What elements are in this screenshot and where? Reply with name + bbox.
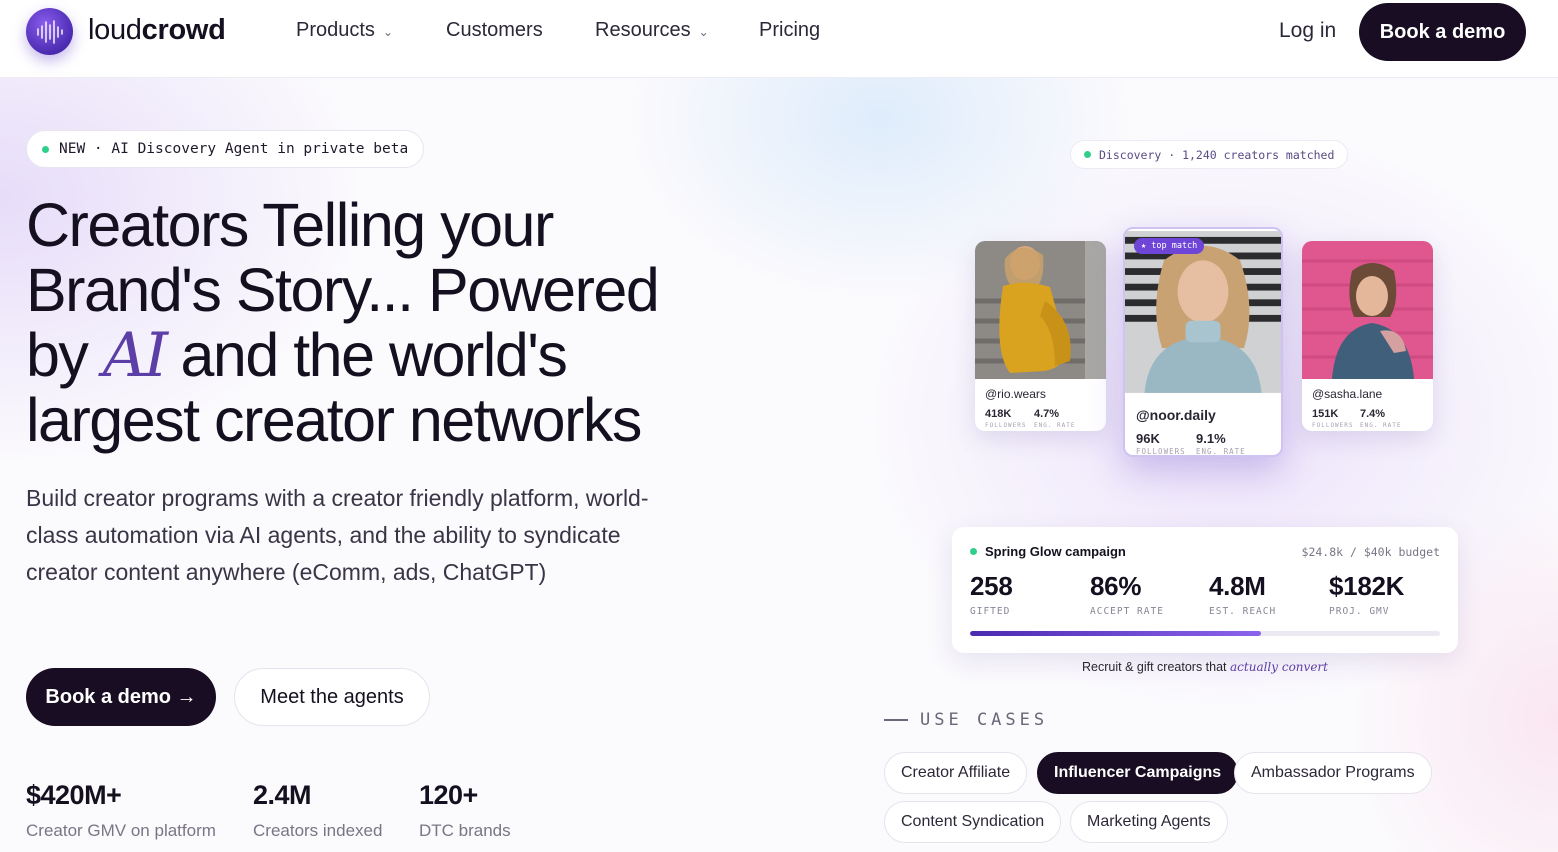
meet-agents-button[interactable]: Meet the agents bbox=[234, 668, 430, 726]
stat-value: 120+ bbox=[419, 780, 478, 810]
kpi-value: $182K bbox=[1329, 571, 1405, 601]
chip-creator-affiliate[interactable]: Creator Affiliate bbox=[884, 752, 1028, 794]
hero-subcopy: Build creator programs with a creator fr… bbox=[26, 485, 649, 585]
status-dot-icon bbox=[1084, 151, 1091, 158]
kpi-label: ACCEPT RATE bbox=[1090, 606, 1164, 617]
headline-ai-accent: AI bbox=[102, 320, 168, 391]
headline-line-1: Creators Telling your bbox=[26, 191, 554, 259]
eng-rate-caption: ENG. RATE bbox=[1196, 447, 1246, 456]
kpi-label: GIFTED bbox=[970, 606, 1011, 617]
eng-rate-caption: ENG. RATE bbox=[1034, 422, 1076, 429]
top-match-badge: ★ top match bbox=[1134, 238, 1205, 254]
creator-photo bbox=[1302, 241, 1433, 379]
kpi-value: 258 bbox=[970, 571, 1013, 601]
creator-eng-rate: 4.7% bbox=[1034, 408, 1060, 420]
chip-ambassador-programs[interactable]: Ambassador Programs bbox=[1234, 752, 1432, 794]
budget-progress-fill bbox=[970, 631, 1262, 636]
kpi-value: 4.8M bbox=[1209, 571, 1266, 601]
kpi-gifted: 258 GIFTED bbox=[970, 571, 1013, 617]
campaign-budget: $24.8k / $40k budget bbox=[1301, 545, 1440, 559]
book-demo-button[interactable]: Book a demo → bbox=[26, 668, 216, 726]
stat-brands: 120+ DTC brands bbox=[419, 780, 511, 841]
nav-customers[interactable]: Customers bbox=[446, 19, 543, 42]
creator-followers: 151K bbox=[1312, 408, 1339, 420]
kpi-label: EST. REACH bbox=[1209, 606, 1277, 617]
logo-wordmark[interactable]: loudcrowd bbox=[88, 14, 226, 47]
eng-rate-caption: ENG. RATE bbox=[1360, 422, 1402, 429]
followers-caption: FOLLOWERS bbox=[1312, 422, 1354, 429]
chip-influencer-campaigns[interactable]: Influencer Campaigns bbox=[1037, 752, 1239, 794]
book-demo-nav-button[interactable]: Book a demo bbox=[1359, 3, 1526, 61]
chevron-down-icon: ⌄ bbox=[698, 24, 709, 39]
creator-card-top-match[interactable]: ★ top match @noor.daily 96K 9.1% FOLLOWE… bbox=[1123, 227, 1283, 457]
headline-line-3: and the world's bbox=[180, 321, 568, 389]
nav-pricing[interactable]: Pricing bbox=[759, 19, 820, 42]
creator-followers: 96K bbox=[1136, 431, 1160, 446]
kpi-label: PROJ. GMV bbox=[1329, 606, 1390, 617]
creator-followers: 418K bbox=[985, 408, 1012, 420]
stat-label: Creator GMV on platform bbox=[26, 821, 216, 840]
kpi-proj-gmv: $182K PROJ. GMV bbox=[1329, 571, 1404, 617]
divider-line bbox=[884, 719, 908, 721]
headline-line-2: Brand's Story... Powered bbox=[26, 256, 660, 324]
creator-card[interactable]: @sasha.lane 151K 7.4% FOLLOWERS ENG. RAT… bbox=[1302, 241, 1433, 431]
followers-caption: FOLLOWERS bbox=[1136, 447, 1186, 456]
creator-handle: @rio.wears bbox=[985, 387, 1046, 401]
stat-gmv: $420M+ Creator GMV on platform bbox=[26, 780, 216, 841]
campaign-title: Spring Glow campaign bbox=[970, 544, 1126, 559]
stat-value: $420M+ bbox=[26, 780, 122, 810]
use-cases-heading: USE CASES bbox=[884, 710, 1048, 730]
budget-progress-bar bbox=[970, 631, 1440, 636]
hero-headline: Creators Telling your Brand's Story... P… bbox=[26, 193, 726, 453]
chevron-down-icon: ⌄ bbox=[382, 24, 393, 39]
top-nav: loudcrowd Products ⌄ Customers Resources ⌄… bbox=[0, 0, 1558, 78]
followers-caption: FOLLOWERS bbox=[985, 422, 1027, 429]
kpi-accept-rate: 86% ACCEPT RATE bbox=[1090, 571, 1164, 617]
creator-eng-rate: 7.4% bbox=[1360, 408, 1386, 420]
nav-products[interactable]: Products ⌄ bbox=[296, 19, 393, 42]
login-link[interactable]: Log in bbox=[1279, 19, 1336, 43]
campaign-card[interactable]: Spring Glow campaign $24.8k / $40k budge… bbox=[952, 527, 1458, 653]
creator-handle: @noor.daily bbox=[1136, 407, 1216, 423]
kpi-value: 86% bbox=[1090, 571, 1142, 601]
stat-label: Creators indexed bbox=[253, 821, 383, 840]
stat-label: DTC brands bbox=[419, 821, 511, 840]
nav-resources[interactable]: Resources ⌄ bbox=[595, 19, 709, 42]
creator-handle: @sasha.lane bbox=[1312, 387, 1383, 401]
creator-eng-rate: 9.1% bbox=[1196, 431, 1226, 446]
chip-content-syndication[interactable]: Content Syndication bbox=[884, 801, 1062, 843]
status-dot-icon bbox=[970, 548, 977, 555]
discovery-pill: Discovery · 1,240 creators matched bbox=[1070, 140, 1349, 169]
headline-line-4: largest creator networks bbox=[26, 386, 642, 454]
stat-value: 2.4M bbox=[253, 780, 312, 810]
logo-soundwave-icon[interactable] bbox=[26, 8, 73, 55]
headline-by: by bbox=[26, 321, 89, 389]
chip-marketing-agents[interactable]: Marketing Agents bbox=[1070, 801, 1228, 843]
stat-creators: 2.4M Creators indexed bbox=[253, 780, 382, 841]
creator-photo bbox=[975, 241, 1106, 379]
discovery-text: Discovery · 1,240 creators matched bbox=[1099, 147, 1335, 162]
campaign-tagline: Recruit & gift creators that actually co… bbox=[1082, 660, 1328, 674]
creator-card[interactable]: @rio.wears 418K 4.7% FOLLOWERS ENG. RATE bbox=[975, 241, 1106, 431]
status-dot-icon bbox=[42, 145, 49, 153]
announcement-badge[interactable]: NEW · AI Discovery Agent in private beta bbox=[26, 130, 425, 168]
kpi-est-reach: 4.8M EST. REACH bbox=[1209, 571, 1276, 617]
announcement-text: NEW · AI Discovery Agent in private beta bbox=[59, 141, 409, 157]
